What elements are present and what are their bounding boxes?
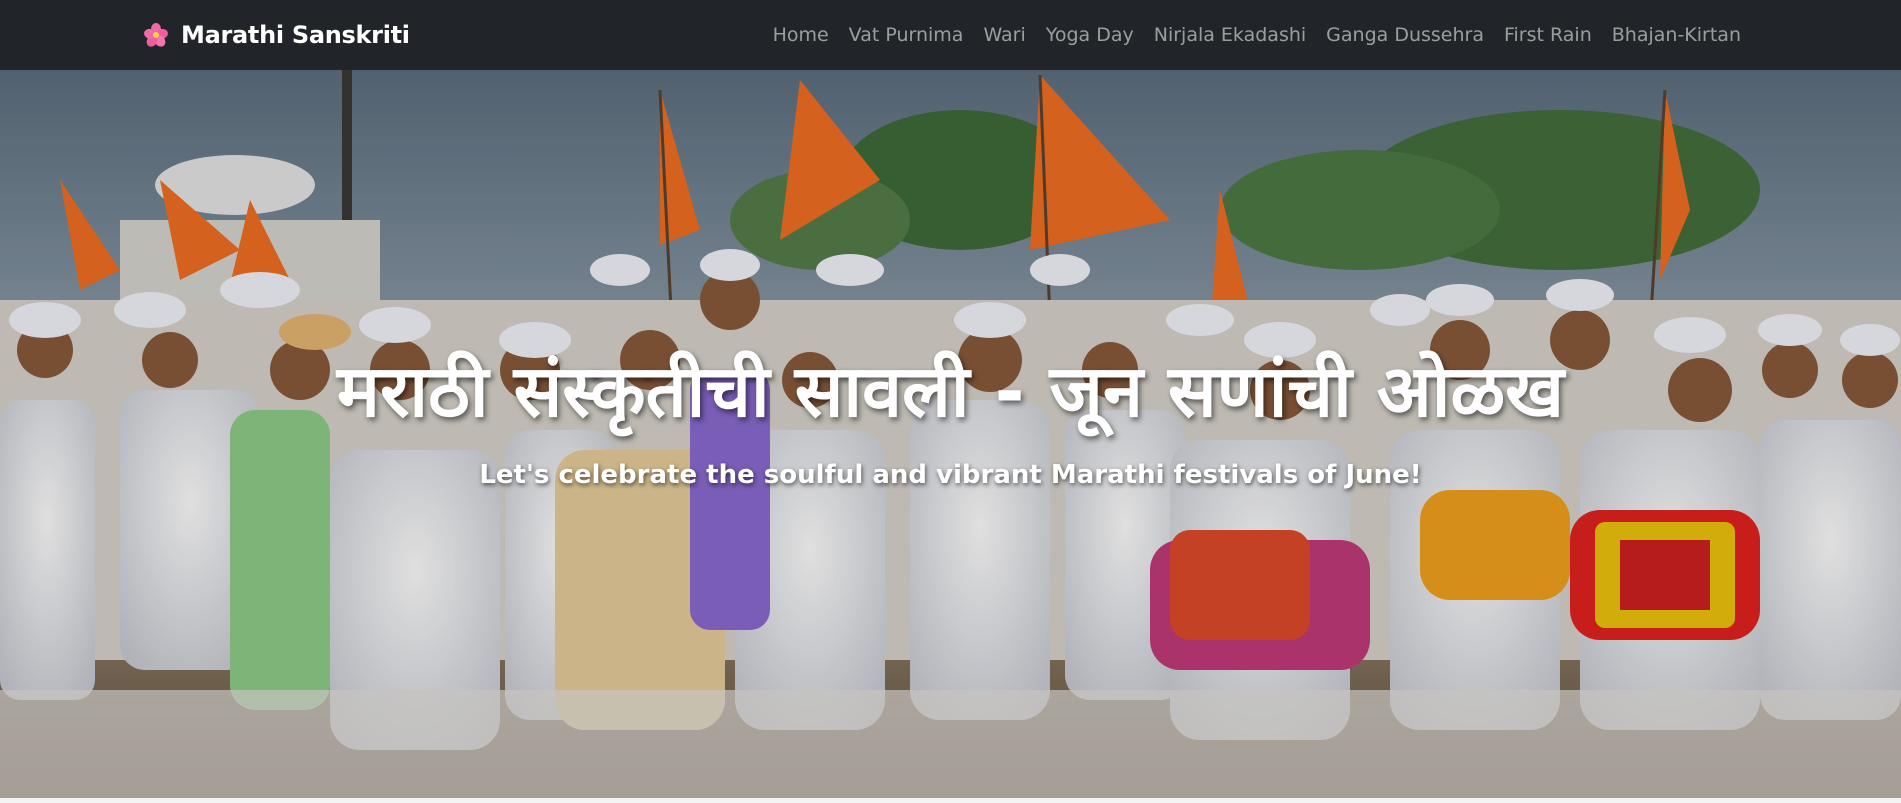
nav-link-vat-purnima[interactable]: Vat Purnima xyxy=(839,24,974,46)
hero-banner: मराठी संस्कृतीची सावली - जून सणांची ओळख … xyxy=(0,70,1901,798)
nav-link-yoga-day[interactable]: Yoga Day xyxy=(1036,24,1144,46)
brand-link[interactable]: Marathi Sanskriti xyxy=(143,0,410,70)
brand-label: Marathi Sanskriti xyxy=(181,21,410,49)
page-divider xyxy=(0,798,1901,803)
nav-link-bhajan-kirtan[interactable]: Bhajan-Kirtan xyxy=(1602,24,1751,46)
nav-link-ganga-dussehra[interactable]: Ganga Dussehra xyxy=(1316,24,1494,46)
nav-links: Home Vat Purnima Wari Yoga Day Nirjala E… xyxy=(763,0,1751,70)
hero-title: मराठी संस्कृतीची सावली - जून सणांची ओळख xyxy=(336,349,1565,433)
nav-link-home[interactable]: Home xyxy=(763,24,839,46)
nav-link-first-rain[interactable]: First Rain xyxy=(1494,24,1602,46)
top-navbar: Marathi Sanskriti Home Vat Purnima Wari … xyxy=(0,0,1901,70)
hibiscus-flower-icon xyxy=(144,23,168,47)
nav-link-wari[interactable]: Wari xyxy=(973,24,1035,46)
nav-link-nirjala-ekadashi[interactable]: Nirjala Ekadashi xyxy=(1144,24,1316,46)
hero-subtitle: Let's celebrate the soulful and vibrant … xyxy=(479,460,1422,490)
